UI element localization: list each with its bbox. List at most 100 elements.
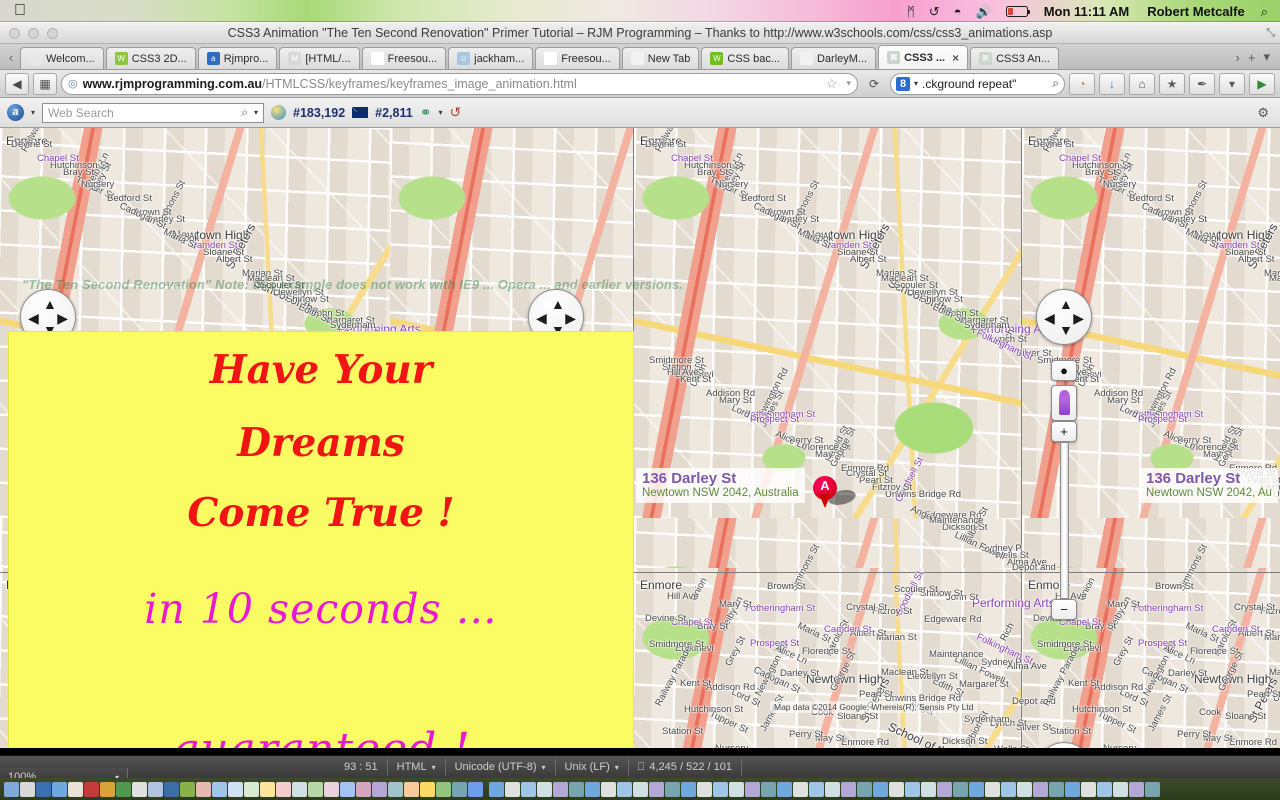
browser-tab-10[interactable]: ⌘ CSS3 ... × [878, 45, 969, 69]
pan-right-icon[interactable]: ▶ [565, 311, 576, 325]
dock-item-9[interactable] [148, 781, 163, 797]
alexa-country-rank[interactable]: #2,811 [375, 106, 413, 120]
dock-item-4[interactable] [68, 781, 83, 797]
browser-tab-9[interactable]: DarleyM... [790, 47, 877, 69]
dock-item-6[interactable] [100, 781, 115, 797]
dock-item-8[interactable] [132, 781, 147, 797]
address-bar[interactable]: ◎ www.rjmprogramming.com.au/HTMLCSS/keyf… [61, 72, 858, 95]
dock-item-24[interactable] [388, 781, 403, 797]
firebug-icon[interactable]: ◔ [1069, 72, 1095, 95]
status-line-endings-caret-icon[interactable]: ▾ [615, 763, 619, 772]
pan-up-icon[interactable]: ▲ [551, 297, 565, 311]
menubar-clock[interactable]: Mon 11:11 AM [1044, 4, 1129, 19]
browser-tab-2[interactable]: a Rjmpro... [197, 47, 278, 69]
browser-tab-1[interactable]: W CSS3 2D... [105, 47, 196, 69]
status-encoding-caret-icon[interactable]: ▾ [542, 763, 546, 772]
dock-item-13[interactable] [212, 781, 227, 797]
browser-tab-8[interactable]: W CSS bac... [701, 47, 789, 69]
dock-item-10[interactable] [164, 781, 179, 797]
wifi-icon[interactable]: ◓ [954, 5, 962, 18]
dock-item-19[interactable] [308, 781, 323, 797]
dock-window-33[interactable] [1017, 781, 1032, 797]
dock-window-35[interactable] [1049, 781, 1064, 797]
pan-up-icon[interactable]: ▲ [43, 297, 57, 311]
dock-window-9[interactable] [633, 781, 648, 797]
dock-window-19[interactable] [793, 781, 808, 797]
wayback-icon[interactable]: ↺ [449, 104, 461, 121]
dock-window-1[interactable] [505, 781, 520, 797]
zoom-slider-track[interactable] [1059, 442, 1069, 599]
alexa-search-caret-icon[interactable]: ▾ [254, 108, 258, 117]
dock-item-16[interactable] [260, 781, 275, 797]
dock-item-20[interactable] [324, 781, 339, 797]
map-pan-control[interactable]: ▲ ▼ ◀ ▶ [1036, 289, 1092, 345]
bluetooth-icon[interactable]: ᛗ [907, 5, 915, 18]
status-language-caret-icon[interactable]: ▾ [432, 763, 436, 772]
dock-window-14[interactable] [713, 781, 728, 797]
tab-list-menu-button[interactable]: ▾ [1263, 49, 1270, 65]
resize-handle-icon[interactable]: ⤡ [1266, 27, 1275, 40]
browser-tab-0[interactable]: Welcom... [20, 47, 104, 69]
dock-window-27[interactable] [921, 781, 936, 797]
site-identity-icon[interactable]: ▦ [33, 72, 57, 95]
dock-item-7[interactable] [116, 781, 131, 797]
dock-window-31[interactable] [985, 781, 1000, 797]
dock-window-2[interactable] [521, 781, 536, 797]
alexa-logo-icon[interactable]: a [7, 104, 24, 121]
download-icon[interactable]: ↓ [1099, 72, 1125, 95]
dock-item-29[interactable] [468, 781, 483, 797]
dock-window-6[interactable] [585, 781, 600, 797]
dock-window-3[interactable] [537, 781, 552, 797]
pan-left-icon[interactable]: ◀ [536, 311, 547, 325]
play-badge-icon[interactable]: ▶ [1249, 72, 1275, 95]
dock-item-1[interactable] [20, 781, 35, 797]
pan-down-icon[interactable]: ▼ [1059, 323, 1073, 337]
dock-item-15[interactable] [244, 781, 259, 797]
home-icon[interactable]: ⌂ [1129, 72, 1155, 95]
dock-item-11[interactable] [180, 781, 195, 797]
dock-window-8[interactable] [617, 781, 632, 797]
pan-right-icon[interactable]: ▶ [57, 311, 68, 325]
browser-tab-5[interactable]: ☺ jackham... [448, 47, 534, 69]
map-zoom-control[interactable]: ● + − [1051, 360, 1077, 620]
dock-window-13[interactable] [697, 781, 712, 797]
status-line-endings[interactable]: Unix (LF) ▾ [556, 758, 629, 776]
dock-window-28[interactable] [937, 781, 952, 797]
apple-menu-icon[interactable]:  [14, 3, 26, 19]
pan-up-icon[interactable]: ▲ [1059, 297, 1073, 311]
dock-item-12[interactable] [196, 781, 211, 797]
tab-close-button[interactable]: × [952, 51, 959, 65]
browser-tab-4[interactable]: ░ Freesou... [361, 47, 447, 69]
dock-window-40[interactable] [1129, 781, 1144, 797]
zoom-out-button[interactable]: − [1051, 599, 1077, 620]
dock-window-29[interactable] [953, 781, 968, 797]
dock-window-5[interactable] [569, 781, 584, 797]
search-engine-icon[interactable]: 8 [896, 76, 910, 91]
dock-item-5[interactable] [84, 781, 99, 797]
dock-window-11[interactable] [665, 781, 680, 797]
links-caret-icon[interactable]: ▾ [438, 108, 442, 117]
addon-icon[interactable]: ✒ [1189, 72, 1215, 95]
dock-window-41[interactable] [1145, 781, 1160, 797]
alexa-search-icon[interactable]: ⌕ [241, 105, 248, 120]
search-input-value[interactable]: .ckground repeat" [922, 77, 1016, 91]
alexa-menu-caret-icon[interactable]: ▾ [31, 108, 35, 117]
dock-window-24[interactable] [873, 781, 888, 797]
status-encoding[interactable]: Unicode (UTF-8) ▾ [446, 758, 556, 776]
back-button[interactable]: ◀ [5, 72, 29, 95]
macos-dock[interactable] [0, 778, 1280, 800]
addon-caret-icon[interactable]: ▾ [1219, 72, 1245, 95]
new-tab-button[interactable]: + [1248, 50, 1256, 65]
window-controls[interactable] [9, 27, 58, 39]
dock-window-23[interactable] [857, 781, 872, 797]
dock-window-12[interactable] [681, 781, 696, 797]
alexa-global-rank[interactable]: #183,192 [293, 106, 345, 120]
dock-window-17[interactable] [761, 781, 776, 797]
dock-window-34[interactable] [1033, 781, 1048, 797]
dock-window-26[interactable] [905, 781, 920, 797]
volume-icon[interactable]: 🔊 [976, 5, 992, 18]
dock-window-20[interactable] [809, 781, 824, 797]
browser-tab-6[interactable]: ░ Freesou... [535, 47, 620, 69]
pan-right-icon[interactable]: ▶ [1073, 311, 1084, 325]
battery-icon[interactable] [1005, 5, 1031, 17]
